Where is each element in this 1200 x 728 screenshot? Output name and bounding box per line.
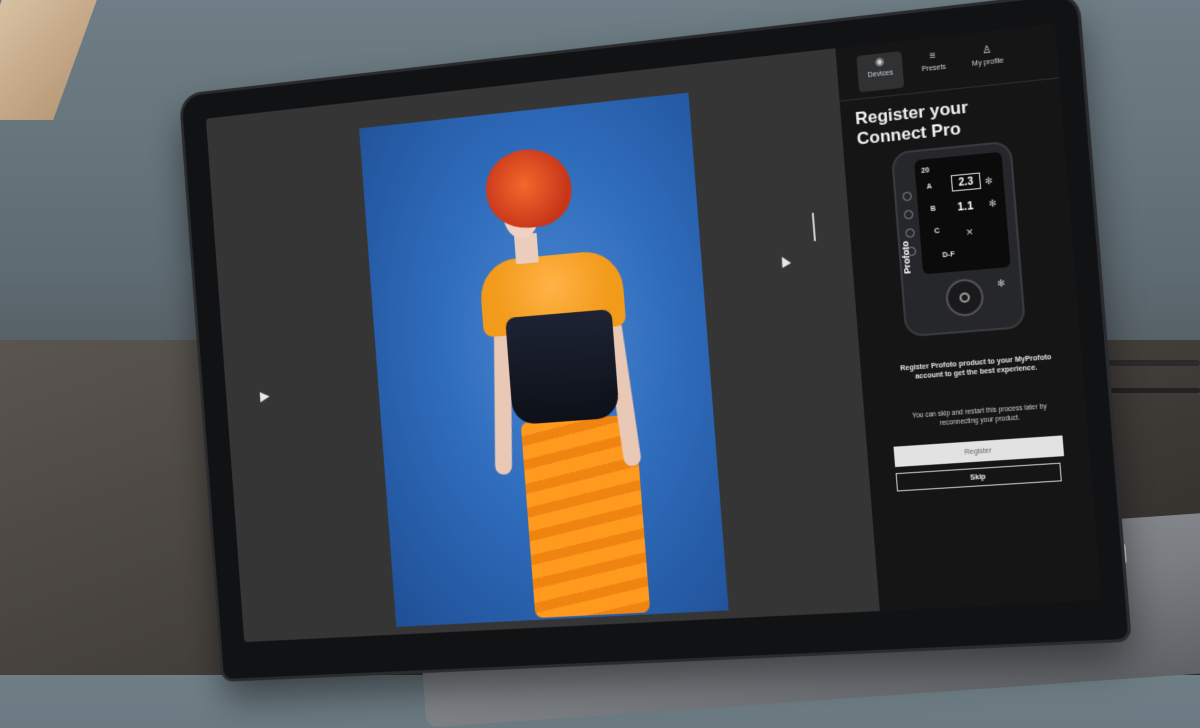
skip-button[interactable]: Skip	[895, 462, 1062, 492]
device-icon: ◉	[874, 56, 885, 69]
image-viewer[interactable]: ▶	[205, 48, 880, 643]
tab-label: Devices	[867, 69, 894, 80]
background-wall	[0, 0, 97, 120]
device-label: D-F	[942, 251, 955, 260]
person-icon: ♙	[981, 44, 993, 57]
light-icon: ✻	[996, 277, 1006, 289]
tab-devices[interactable]: ◉ Devices	[856, 51, 905, 93]
device-label: B	[930, 205, 937, 214]
skip-note: You can skip and restart this process la…	[911, 403, 1048, 427]
panel-resize-handle[interactable]	[811, 212, 816, 242]
device-power-value: 2.3	[950, 172, 982, 192]
laptop-lid: ▶ ◉ Devices ≡ Presets ♙ My profile Regis…	[181, 0, 1129, 680]
tab-label: My profile	[971, 57, 1005, 68]
photo-hair	[483, 145, 575, 232]
registration-description: Register Profoto product to your MyProfo…	[899, 353, 1052, 381]
off-icon: ✕	[965, 226, 975, 238]
device-label: A	[926, 183, 933, 191]
device-label: C	[934, 227, 940, 236]
sliders-icon: ≡	[929, 50, 937, 63]
register-button[interactable]: Register	[893, 435, 1065, 468]
previous-image-icon[interactable]: ▶	[259, 388, 270, 405]
device-dial	[944, 277, 985, 318]
device-button-icon	[902, 191, 913, 202]
page-title: Register your Connect Pro	[854, 97, 969, 149]
fashion-photo	[359, 92, 729, 627]
mouse-cursor-icon	[777, 254, 792, 268]
light-icon: ✻	[984, 175, 994, 187]
device-power-value: 1.1	[956, 199, 974, 214]
device-label: 20	[920, 167, 930, 176]
light-icon: ✻	[988, 197, 997, 209]
device-button-icon	[905, 227, 916, 238]
app-window: ▶ ◉ Devices ≡ Presets ♙ My profile Regis…	[205, 23, 1102, 643]
tab-label: Presets	[921, 63, 947, 74]
tab-presets[interactable]: ≡ Presets	[910, 45, 958, 87]
device-button-icon	[903, 209, 914, 220]
registration-panel: ◉ Devices ≡ Presets ♙ My profile Registe…	[835, 23, 1102, 612]
panel-tabs: ◉ Devices ≡ Presets ♙ My profile	[856, 35, 1048, 93]
photo-corset	[505, 309, 620, 426]
device-display: 20 A B C D-F 2.3 1.1 ✻ ✻ ✕	[914, 151, 1011, 275]
tab-my-profile[interactable]: ♙ My profile	[963, 39, 1012, 81]
connect-pro-device-image: 20 A B C D-F 2.3 1.1 ✻ ✻ ✕ Profoto ✻	[890, 140, 1027, 338]
